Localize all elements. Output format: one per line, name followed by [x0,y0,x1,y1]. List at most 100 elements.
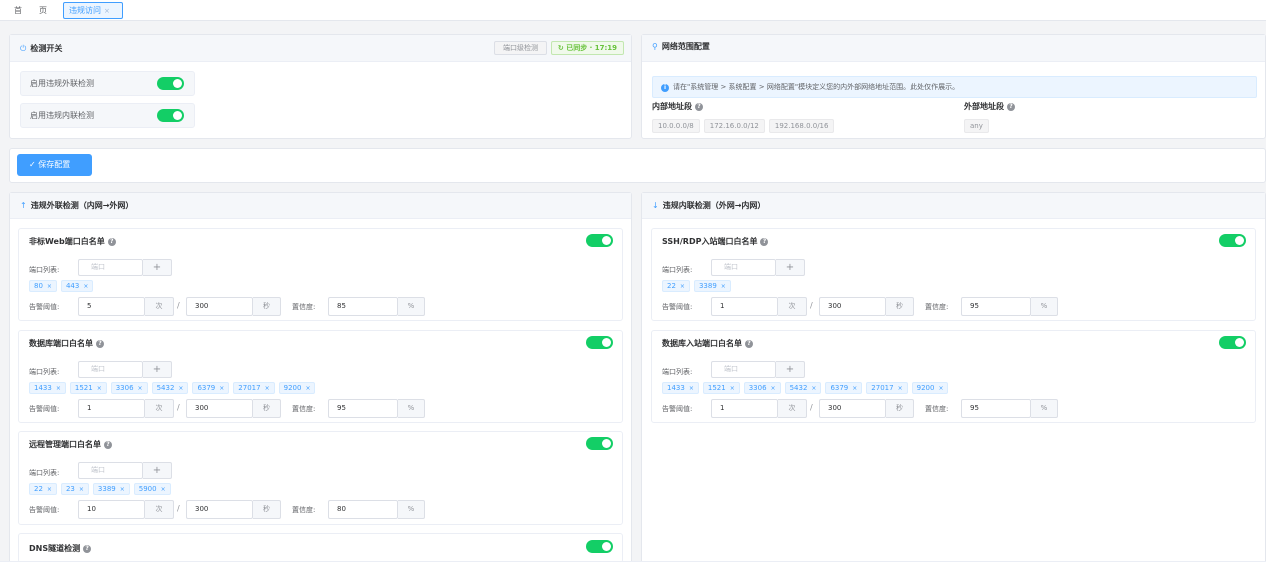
close-icon[interactable]: × [47,486,52,493]
close-icon[interactable]: × [79,486,84,493]
power-icon: ⏻ [20,44,27,53]
internal-range-tag: 192.168.0.0/16 [768,119,835,133]
internal-range-tags: 10.0.0.0/8 172.16.0.0/12 192.168.0.0/16 [652,119,835,133]
close-icon[interactable]: × [83,283,88,290]
close-icon[interactable]: × [938,385,943,392]
port-tag: 22 × [662,280,690,292]
check-icon: ✓ [29,160,39,169]
save-config-button[interactable]: ✓ 保存配置 [17,154,92,176]
rule-dns-tunnel: DNS隧道检测? [18,533,623,563]
help-icon: ? [83,544,92,553]
port-input[interactable]: 端口 [78,361,143,378]
port-input[interactable]: 端口 [78,462,143,479]
threshold-count-input[interactable]: 1 [711,399,778,418]
close-icon[interactable]: × [178,385,183,392]
port-input[interactable]: 端口 [711,361,776,378]
network-range-card: ⚲ 网络范围配置 i 请在"系统管理 > 系统配置 > 网络配置"模块定义您的内外部… [641,34,1266,139]
tab-home[interactable]: 首 页 [7,2,57,19]
help-icon: ? [96,339,104,348]
threshold-window-input[interactable]: 300 [186,297,253,316]
close-icon[interactable]: × [721,283,726,290]
percent-unit: % [398,297,425,316]
port-tag: 6379 × [192,382,230,394]
rule-web: 非标Web端口白名单? 端口列表: 端口 +80 × 443 × 告警阈值: 5 次/ 300 秒 置信… [18,228,623,321]
port-input[interactable]: 端口 [78,259,143,276]
times-unit: 次 [778,399,807,418]
add-port-button[interactable]: + [143,462,172,479]
close-icon[interactable]: × [771,385,776,392]
add-port-button[interactable]: + [143,259,172,276]
times-unit: 次 [145,297,174,316]
rule-toggle[interactable] [586,437,613,450]
add-port-button[interactable]: + [143,361,172,378]
port-tag: 1433 × [662,382,699,394]
percent-unit: % [1031,297,1058,316]
rule-toggle[interactable] [586,540,613,553]
port-tag: 23 × [60,483,89,495]
close-icon[interactable]: × [56,385,61,392]
close-icon[interactable]: × [730,385,735,392]
close-icon[interactable]: × [852,385,857,392]
tab-home-label-2: 页 [39,6,47,15]
switch-row-inbound: 启用违规内联检测 [20,103,195,128]
seconds-unit: 秒 [253,500,281,519]
confidence-input[interactable]: 95 [328,399,398,418]
confidence-input[interactable]: 95 [961,399,1031,418]
rule-title: 数据库端口白名单? [29,338,104,349]
threshold-label: 告警阈值: [29,405,60,413]
seconds-unit: 秒 [253,297,281,316]
confidence-label: 置信度: [292,506,316,514]
close-icon[interactable]: × [689,385,694,392]
inbound-detect-toggle[interactable] [157,109,184,122]
network-info-alert: i 请在"系统管理 > 系统配置 > 网络配置"模块定义您的内外部网络地址范围。此… [652,76,1257,98]
slash-separator: / [177,504,180,513]
close-icon[interactable]: × [265,385,270,392]
close-icon[interactable]: × [811,385,816,392]
network-range-header: ⚲ 网络范围配置 [642,35,1265,62]
close-icon[interactable]: × [161,486,166,493]
threshold-window-input[interactable]: 300 [186,500,253,519]
internal-range-tag: 172.16.0.0/12 [703,119,765,133]
port-tags: 80 × 443 × [29,280,94,292]
close-icon[interactable]: × [138,385,143,392]
help-icon: ? [760,237,769,246]
port-tag: 22 × [29,483,57,495]
rule-toggle[interactable] [586,336,613,349]
location-icon: ⚲ [652,42,658,51]
close-icon[interactable]: × [898,385,903,392]
external-range-tags: any [964,119,989,133]
port-input[interactable]: 端口 [711,259,776,276]
threshold-label: 告警阈值: [662,405,693,413]
rule-toggle[interactable] [1219,336,1246,349]
rule-toggle[interactable] [586,234,613,247]
close-icon[interactable]: × [104,7,110,15]
threshold-count-input[interactable]: 5 [78,297,145,316]
threshold-label: 告警阈值: [29,303,60,311]
close-icon[interactable]: × [219,385,224,392]
add-port-button[interactable]: + [776,259,805,276]
threshold-count-input[interactable]: 10 [78,500,145,519]
rule-remote: 远程管理端口白名单? 端口列表: 端口 +22 × 23 × 3389 × 5900 × 告警阈值: 1… [18,431,623,525]
close-icon[interactable]: × [120,486,125,493]
confidence-input[interactable]: 85 [328,297,398,316]
close-icon[interactable]: × [97,385,102,392]
threshold-count-input[interactable]: 1 [78,399,145,418]
threshold-window-input[interactable]: 300 [186,399,253,418]
add-port-button[interactable]: + [776,361,805,378]
close-icon[interactable]: × [680,283,685,290]
close-icon[interactable]: × [305,385,310,392]
outbound-detect-toggle[interactable] [157,77,184,90]
tab-violation-access[interactable]: 违规访问 × [63,2,123,19]
confidence-input[interactable]: 80 [328,500,398,519]
rule-toggle[interactable] [1219,234,1246,247]
confidence-input[interactable]: 95 [961,297,1031,316]
port-list-label: 端口列表: [29,368,60,376]
threshold-count-input[interactable]: 1 [711,297,778,316]
help-icon: ? [1007,102,1015,111]
close-icon[interactable]: × [47,283,52,290]
threshold-window-input[interactable]: 300 [819,297,886,316]
port-tag: 3389 × [693,280,731,292]
threshold-window-input[interactable]: 300 [819,399,886,418]
arrow-up-icon: ↑ [20,201,27,210]
port-list-label: 端口列表: [29,469,60,477]
